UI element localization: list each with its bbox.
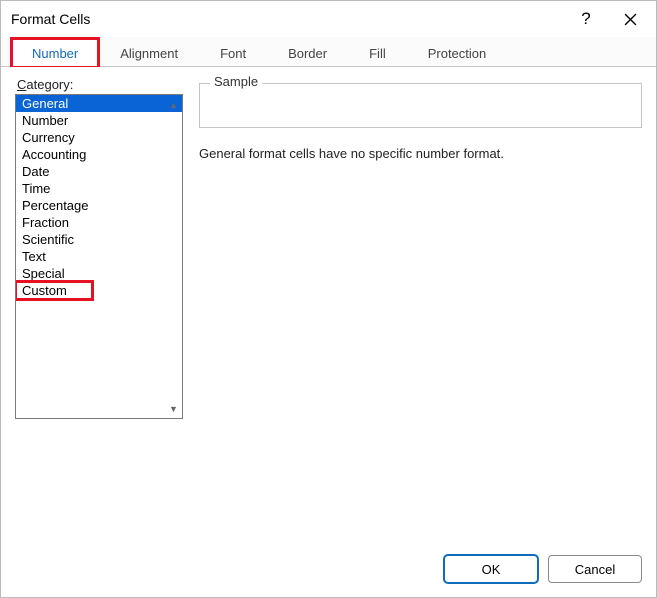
list-item[interactable]: Date	[16, 163, 182, 180]
list-item[interactable]: Special	[16, 265, 182, 282]
sample-group: Sample	[199, 83, 642, 128]
content-area: Category: ▲ General Number Currency Acco…	[1, 67, 656, 545]
list-item[interactable]: Scientific	[16, 231, 182, 248]
tab-border[interactable]: Border	[267, 38, 348, 68]
tab-fill[interactable]: Fill	[348, 38, 407, 68]
right-panel: Sample General format cells have no spec…	[199, 83, 642, 161]
list-item[interactable]: Accounting	[16, 146, 182, 163]
format-description: General format cells have no specific nu…	[199, 146, 642, 161]
help-button[interactable]: ?	[564, 3, 608, 35]
cancel-button[interactable]: Cancel	[548, 555, 642, 583]
scroll-down-icon[interactable]: ▼	[166, 401, 181, 416]
titlebar: Format Cells ?	[1, 1, 656, 37]
ok-button[interactable]: OK	[444, 555, 538, 583]
tab-number[interactable]: Number	[11, 38, 99, 68]
list-item[interactable]: General	[16, 95, 182, 112]
category-listbox[interactable]: ▲ General Number Currency Accounting Dat…	[15, 94, 183, 419]
list-item[interactable]: Currency	[16, 129, 182, 146]
list-item[interactable]: Percentage	[16, 197, 182, 214]
tab-alignment[interactable]: Alignment	[99, 38, 199, 68]
list-item[interactable]: Time	[16, 180, 182, 197]
footer: OK Cancel	[1, 545, 656, 597]
tab-font[interactable]: Font	[199, 38, 267, 68]
tab-protection[interactable]: Protection	[407, 38, 508, 68]
sample-label: Sample	[210, 74, 262, 89]
list-item[interactable]: Number	[16, 112, 182, 129]
dialog-title: Format Cells	[11, 11, 564, 27]
scroll-up-icon[interactable]: ▲	[166, 97, 181, 112]
list-item[interactable]: Custom	[16, 282, 92, 299]
list-item[interactable]: Fraction	[16, 214, 182, 231]
list-item[interactable]: Text	[16, 248, 182, 265]
close-icon	[624, 13, 637, 26]
close-button[interactable]	[608, 3, 652, 35]
format-cells-dialog: Format Cells ? Number Alignment Font Bor…	[0, 0, 657, 598]
tabstrip: Number Alignment Font Border Fill Protec…	[1, 37, 656, 67]
